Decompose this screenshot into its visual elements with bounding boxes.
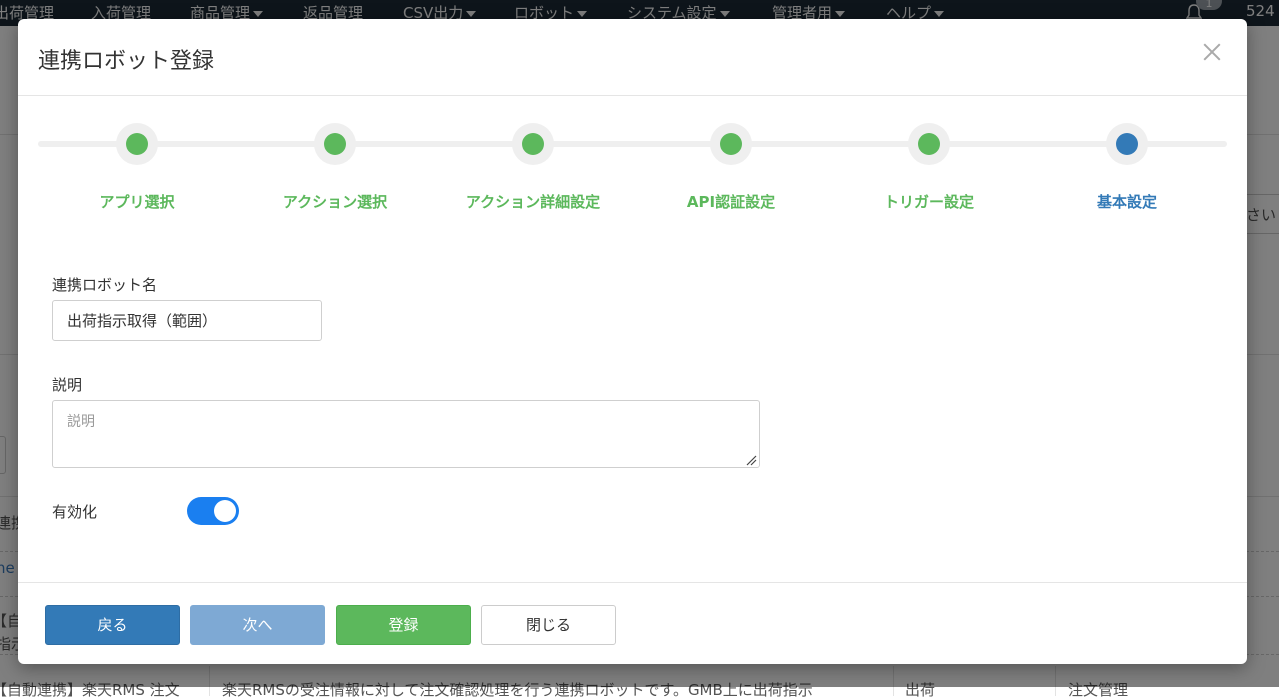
resize-grip-icon[interactable] [745, 454, 757, 466]
close-icon[interactable] [1199, 39, 1225, 65]
robot-name-input[interactable] [52, 300, 322, 341]
back-button[interactable]: 戻る [45, 605, 180, 645]
register-button[interactable]: 登録 [336, 605, 471, 645]
next-button[interactable]: 次へ [190, 605, 325, 645]
stepper: アプリ選択 アクション選択 アクション詳細設定 API認証設定 トリガー設定 基… [18, 115, 1247, 225]
step-current-dot [1116, 133, 1138, 155]
register-robot-modal: 連携ロボット登録 アプリ選択 アクション選択 アクション詳細設定 API認証設定 [18, 19, 1247, 664]
enabled-label: 有効化 [52, 503, 98, 521]
step-done-dot [522, 133, 544, 155]
stepper-track [38, 141, 1227, 147]
step-done-dot [324, 133, 346, 155]
step-done-dot [720, 133, 742, 155]
step-label: アプリ選択 [99, 193, 175, 211]
enabled-toggle[interactable] [187, 497, 239, 525]
robot-name-label: 連携ロボット名 [52, 276, 158, 294]
toggle-knob [214, 500, 236, 522]
step-label: 基本設定 [1096, 193, 1157, 211]
step-label: アクション選択 [282, 193, 388, 211]
modal-title: 連携ロボット登録 [38, 49, 215, 74]
step-label: アクション詳細設定 [465, 193, 601, 211]
description-textarea[interactable] [52, 400, 760, 468]
step-label: API認証設定 [686, 193, 776, 211]
step-done-dot [918, 133, 940, 155]
step-done-dot [126, 133, 148, 155]
modal-header: 連携ロボット登録 [18, 19, 1247, 96]
modal-footer: 戻る 次へ 登録 閉じる [18, 582, 1247, 664]
close-button[interactable]: 閉じる [481, 605, 616, 645]
description-label: 説明 [52, 376, 83, 394]
step-label: トリガー設定 [883, 193, 974, 211]
